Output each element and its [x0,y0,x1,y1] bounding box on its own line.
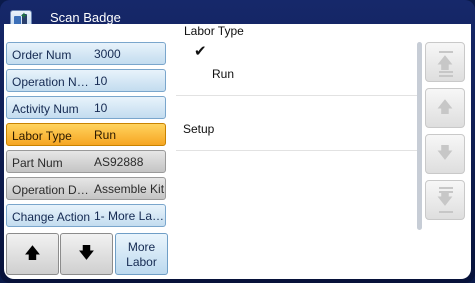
scroll-page-down-button[interactable]: 🡇 [425,134,465,174]
more-labor-line2: Labor [126,255,157,269]
field-label: Operation Num [12,75,92,89]
list-item-label: Run [212,67,235,81]
field-value: 1- More Lab... [94,209,166,223]
bottom-button-bar: 🡅 🡇 More Labor [4,233,172,277]
field-value: 10 [94,74,108,88]
field-operation-descr: Operation Descr... Assemble Kit [6,177,166,200]
arrow-down-icon: 🡇 [78,245,95,262]
list-scrollbar[interactable] [417,42,422,230]
field-label: Operation Descr... [12,183,92,197]
field-value: 3000 [94,47,121,61]
field-label: Change Action [12,210,91,224]
field-value: Assemble Kit [94,182,165,196]
labor-type-list: Labor Type ✔ Run Setup [176,24,422,244]
arrow-up-icon: 🡅 [24,245,41,262]
scroll-first-button[interactable]: 🡅 [425,42,465,82]
scroll-button-column: 🡅 🡅 🡇 🡇 [425,40,465,240]
move-down-button[interactable]: 🡇 [60,233,113,275]
field-label: Activity Num [12,102,79,116]
more-labor-line1: More [127,240,156,254]
page-up-icon: 🡅 [436,99,454,116]
list-item-setup[interactable]: Setup [176,96,420,151]
list-header: Labor Type [184,24,244,38]
field-label: Labor Type [12,129,72,143]
page-down-icon: 🡇 [436,145,454,162]
field-operation-num[interactable]: Operation Num 10 [6,69,166,92]
window-title: Scan Badge [50,10,121,25]
field-labor-type[interactable]: Labor Type Run [6,123,166,146]
window-frame: + Scan Badge Order Num 3000 Operation Nu… [0,0,475,283]
checkmark-icon: ✔ [194,43,207,60]
list-item-run[interactable]: ✔ Run [176,42,420,96]
more-labor-button[interactable]: More Labor [115,233,168,275]
field-panel: Order Num 3000 Operation Num 10 Activity… [4,38,172,252]
field-value: Run [94,128,117,142]
list-item-label: Setup [183,122,215,136]
field-value: 10 [94,101,108,115]
field-change-action[interactable]: Change Action 1- More Lab... [6,204,166,227]
move-up-button[interactable]: 🡅 [6,233,59,275]
scroll-last-button[interactable]: 🡇 [425,180,465,220]
content-area: Order Num 3000 Operation Num 10 Activity… [4,24,471,279]
field-label: Part Num [12,156,63,170]
field-value: AS92888 [94,155,144,169]
field-part-num: Part Num AS92888 [6,150,166,173]
field-label: Order Num [12,48,72,62]
field-activity-num[interactable]: Activity Num 10 [6,96,166,119]
scroll-page-up-button[interactable]: 🡅 [425,88,465,128]
field-order-num[interactable]: Order Num 3000 [6,42,166,65]
